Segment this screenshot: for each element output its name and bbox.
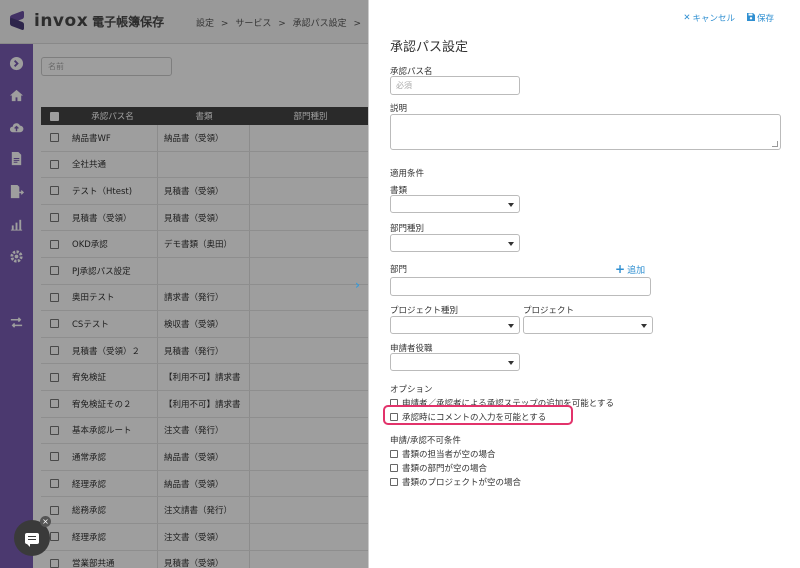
close-icon: ✕: [683, 13, 691, 23]
caret-down-icon: [508, 242, 514, 246]
restrictions-label: 申請/承認不可条件: [390, 436, 461, 446]
project-select[interactable]: [523, 316, 653, 334]
save-button[interactable]: 保存: [746, 12, 774, 24]
project-type-label: プロジェクト種別: [390, 306, 459, 316]
project-type-select[interactable]: [390, 316, 520, 334]
restriction-checkbox[interactable]: [390, 450, 398, 458]
restriction-no-owner[interactable]: 書類の担当者が空の場合: [390, 448, 496, 460]
save-label: 保存: [756, 14, 774, 24]
approval-path-settings-panel: ✕ キャンセル 保存 承認パス設定 承認パス名 必須 説明 適用条件 書類 部門…: [368, 0, 800, 568]
department-type-select[interactable]: [390, 234, 520, 252]
highlight-box: [383, 405, 573, 425]
save-icon: [746, 12, 755, 24]
conditions-label: 適用条件: [390, 169, 425, 179]
add-label: 追加: [627, 266, 646, 276]
document-select[interactable]: [390, 195, 520, 213]
add-department-button[interactable]: + 追加: [615, 263, 645, 276]
caret-down-icon: [641, 324, 647, 328]
department-label: 部門: [390, 265, 408, 275]
restriction-label: 書類のプロジェクトが空の場合: [402, 478, 522, 488]
chat-bubble-icon: [25, 532, 39, 547]
caret-down-icon: [508, 203, 514, 207]
department-type-label: 部門種別: [390, 224, 425, 234]
cancel-label: キャンセル: [692, 14, 735, 24]
restriction-no-project[interactable]: 書類のプロジェクトが空の場合: [390, 476, 521, 488]
project-label: プロジェクト: [523, 306, 575, 316]
options-label: オプション: [390, 385, 433, 395]
caret-down-icon: [508, 361, 514, 365]
restriction-checkbox[interactable]: [390, 464, 398, 472]
restriction-label: 書類の担当者が空の場合: [402, 450, 496, 460]
chat-close-icon[interactable]: ×: [40, 516, 51, 527]
panel-title: 承認パス設定: [390, 40, 469, 55]
panel-actions: ✕ キャンセル 保存: [683, 12, 774, 24]
plus-icon: +: [615, 262, 626, 276]
restriction-label: 書類の部門が空の場合: [402, 464, 488, 474]
name-input[interactable]: 必須: [390, 76, 520, 95]
caret-down-icon: [508, 324, 514, 328]
chevron-right-icon[interactable]: ›: [355, 278, 360, 292]
description-label: 説明: [390, 104, 408, 114]
applicant-role-select[interactable]: [390, 353, 520, 371]
cancel-button[interactable]: ✕ キャンセル: [683, 12, 735, 24]
description-textarea[interactable]: [390, 114, 781, 150]
restriction-checkbox[interactable]: [390, 478, 398, 486]
department-input[interactable]: [390, 277, 651, 296]
restriction-no-department[interactable]: 書類の部門が空の場合: [390, 462, 487, 474]
